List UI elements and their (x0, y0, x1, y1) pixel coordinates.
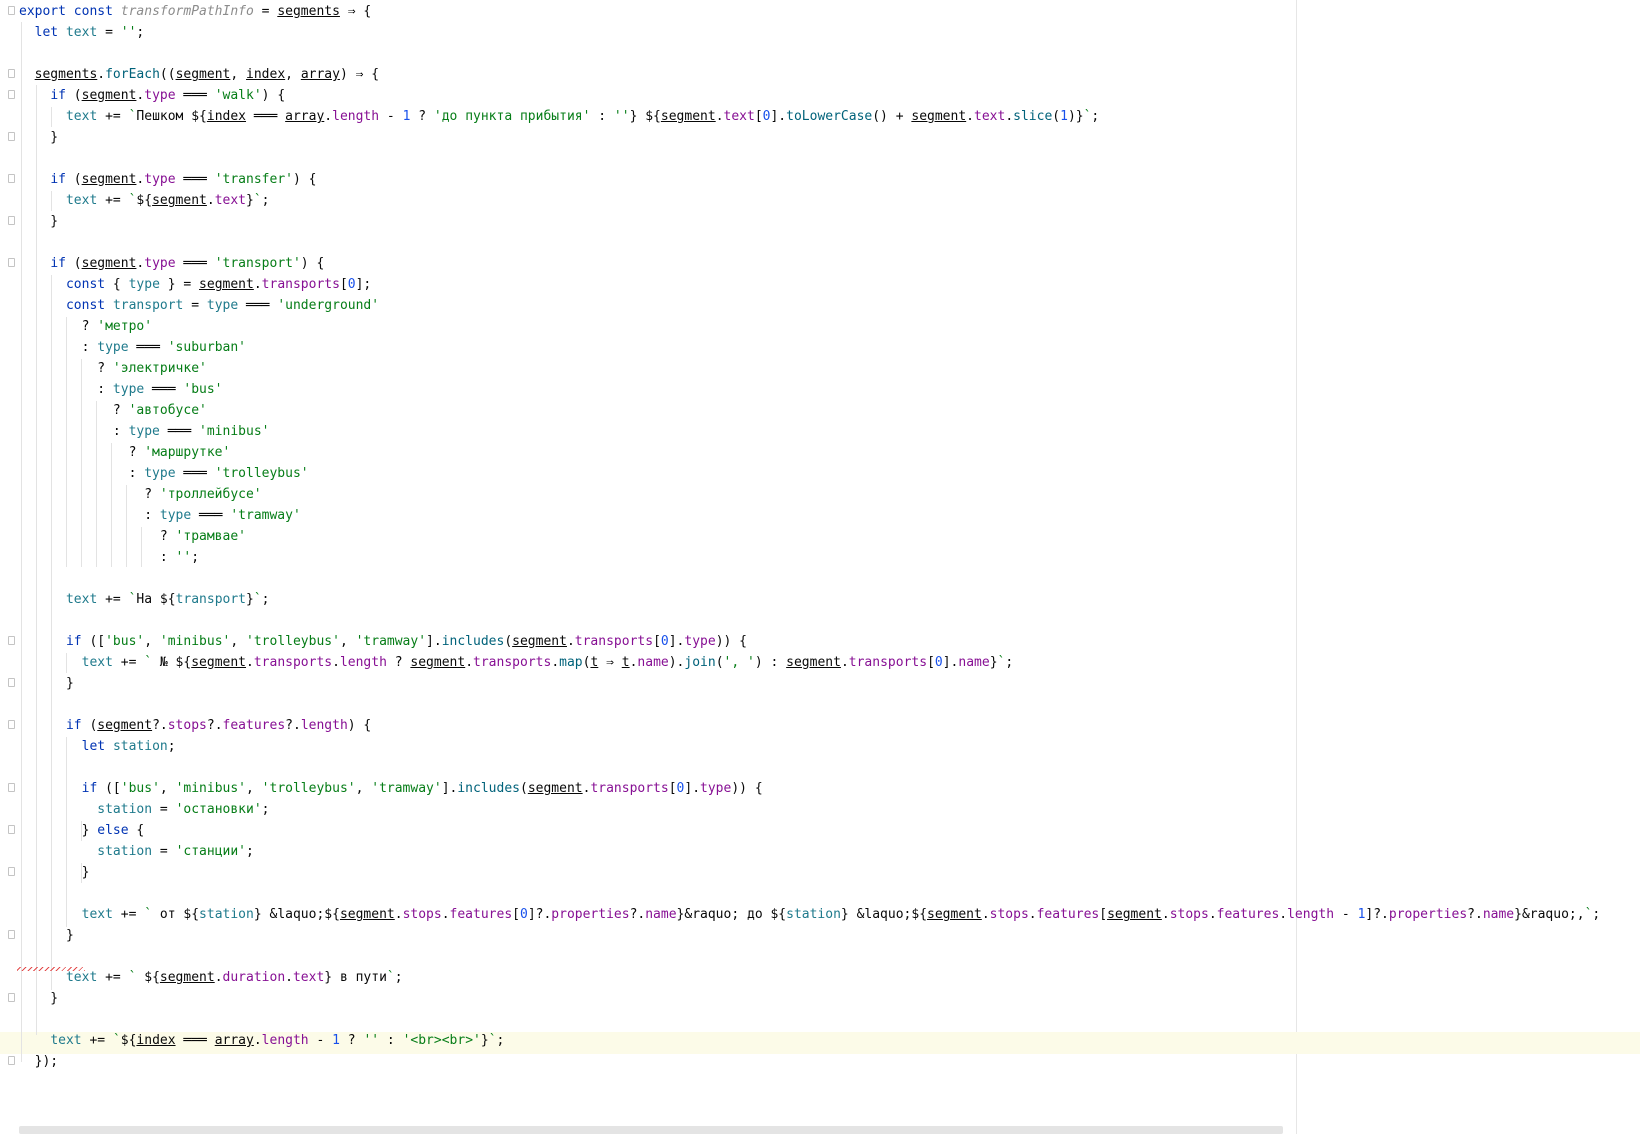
code-line[interactable]: : type ═══ 'minibus' (19, 421, 270, 443)
code-line[interactable]: ? 'трамвае' (19, 526, 246, 548)
code-line[interactable]: } (19, 988, 58, 1010)
code-line[interactable]: export const transformPathInfo = segment… (19, 1, 371, 23)
code-line[interactable]: const { type } = segment.transports[0]; (19, 274, 371, 296)
code-line[interactable]: } (19, 673, 74, 695)
fold-marker-icon[interactable] (8, 174, 15, 183)
code-line[interactable]: } (19, 211, 58, 233)
code-line[interactable]: : type ═══ 'suburban' (19, 337, 246, 359)
fold-marker-icon[interactable] (8, 90, 15, 99)
fold-marker-icon[interactable] (8, 69, 15, 78)
code-line[interactable]: text += `На ${transport}`; (19, 589, 270, 611)
code-line[interactable]: : type ═══ 'tramway' (19, 505, 301, 527)
code-line[interactable]: ? 'троллейбусе' (19, 484, 261, 506)
code-line[interactable]: if (segment.type ═══ 'transport') { (19, 253, 324, 275)
code-line[interactable]: ? 'электричке' (19, 358, 207, 380)
code-line[interactable]: ? 'метро' (19, 316, 152, 338)
fold-marker-icon[interactable] (8, 930, 15, 939)
code-line[interactable]: const transport = type ═══ 'underground' (19, 295, 379, 317)
code-line[interactable]: ? 'маршрутке' (19, 442, 231, 464)
fold-marker-icon[interactable] (8, 783, 15, 792)
fold-marker-icon[interactable] (8, 993, 15, 1002)
fold-marker-icon[interactable] (8, 216, 15, 225)
code-editor[interactable]: export const transformPathInfo = segment… (0, 0, 1640, 1134)
code-line[interactable]: if (['bus', 'minibus', 'trolleybus', 'tr… (19, 631, 747, 653)
code-line[interactable]: let station; (19, 736, 176, 758)
code-line[interactable]: text += `${index ═══ array.length - 1 ? … (19, 1030, 504, 1052)
code-line[interactable]: if (['bus', 'minibus', 'trolleybus', 'tr… (19, 778, 763, 800)
fold-marker-icon[interactable] (8, 636, 15, 645)
code-line[interactable]: text += ` № ${segment.transports.length … (19, 652, 1014, 674)
code-line[interactable]: } (19, 925, 74, 947)
fold-marker-icon[interactable] (8, 258, 15, 267)
code-line[interactable]: } (19, 127, 58, 149)
fold-marker-icon[interactable] (8, 678, 15, 687)
code-line[interactable]: if (segment.type ═══ 'transfer') { (19, 169, 316, 191)
code-line[interactable]: text += ` от ${station} &laquo;${segment… (19, 904, 1601, 926)
code-line[interactable]: }); (19, 1051, 59, 1073)
code-line[interactable]: if (segment?.stops?.features?.length) { (19, 715, 371, 737)
code-line[interactable]: let text = ''; (19, 22, 145, 44)
code-line[interactable]: text += `Пешком ${index ═══ array.length… (19, 106, 1099, 128)
fold-marker-icon[interactable] (8, 825, 15, 834)
right-margin-guide (1296, 0, 1297, 1134)
code-line[interactable]: text += `${segment.text}`; (19, 190, 270, 212)
spelling-error-underline (17, 967, 85, 971)
code-line[interactable]: station = 'остановки'; (19, 799, 269, 821)
code-line[interactable]: } (19, 862, 90, 884)
fold-marker-icon[interactable] (8, 720, 15, 729)
code-line[interactable]: if (segment.type ═══ 'walk') { (19, 85, 285, 107)
code-line[interactable]: segments.forEach((segment, index, array)… (19, 64, 379, 86)
code-line[interactable]: : type ═══ 'bus' (19, 379, 222, 401)
code-line[interactable]: ? 'автобусе' (19, 400, 207, 422)
editor-gutter[interactable] (0, 0, 14, 1134)
fold-marker-icon[interactable] (8, 867, 15, 876)
code-line[interactable]: : ''; (19, 547, 199, 569)
horizontal-scrollbar[interactable] (19, 1126, 1283, 1134)
code-line[interactable]: station = 'станции'; (19, 841, 254, 863)
fold-marker-icon[interactable] (8, 132, 15, 141)
code-line[interactable]: : type ═══ 'trolleybus' (19, 463, 309, 485)
fold-marker-icon[interactable] (8, 6, 15, 15)
fold-marker-icon[interactable] (8, 1056, 15, 1065)
code-line[interactable]: } else { (19, 820, 145, 842)
